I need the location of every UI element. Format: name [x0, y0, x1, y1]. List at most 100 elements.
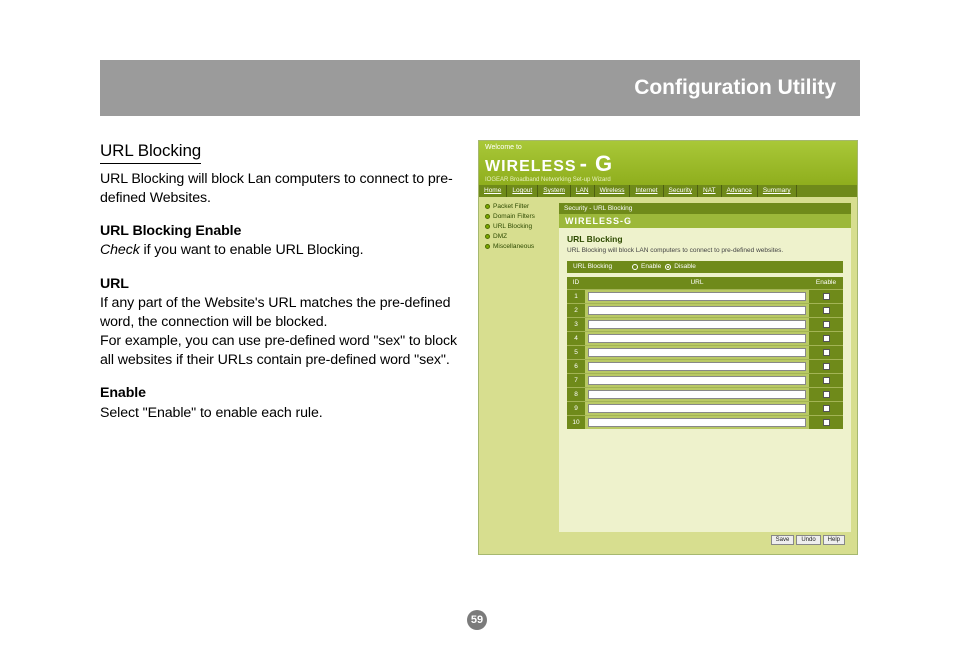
- enable-checkbox[interactable]: [823, 419, 830, 426]
- row-id: 4: [567, 332, 585, 345]
- row-enable-cell: [809, 318, 843, 331]
- enable-checkbox[interactable]: [823, 391, 830, 398]
- save-button[interactable]: Save: [771, 535, 795, 545]
- enable-checkbox[interactable]: [823, 405, 830, 412]
- undo-button[interactable]: Undo: [796, 535, 820, 545]
- row-url-cell: [585, 334, 809, 343]
- section-title: URL Blocking: [100, 140, 201, 164]
- toggle-label: URL Blocking: [573, 263, 628, 270]
- table-row: 2: [567, 303, 843, 317]
- nav-bar: HomeLogoutSystemLANWirelessInternetSecur…: [479, 185, 857, 197]
- bullet-icon: [485, 234, 490, 239]
- table-row: 3: [567, 317, 843, 331]
- row-id: 1: [567, 290, 585, 303]
- table-body: 12345678910: [567, 289, 843, 429]
- breadcrumb: Security - URL Blocking: [559, 203, 851, 214]
- table-row: 6: [567, 359, 843, 373]
- sidebar-item-label: URL Blocking: [493, 223, 532, 230]
- sidebar-item-domain-filters[interactable]: Domain Filters: [485, 213, 555, 220]
- sidebar-item-dmz[interactable]: DMZ: [485, 233, 555, 240]
- radio-disable-label: Disable: [674, 263, 696, 270]
- sidebar-item-packet-filter[interactable]: Packet Filter: [485, 203, 555, 210]
- sidebar-item-label: DMZ: [493, 233, 507, 240]
- url-input[interactable]: [588, 390, 806, 399]
- sidebar-item-label: Domain Filters: [493, 213, 535, 220]
- brand-logo: WIRELESS - G: [485, 151, 851, 177]
- help-button[interactable]: Help: [823, 535, 845, 545]
- nav-item-system[interactable]: System: [538, 185, 571, 197]
- nav-item-internet[interactable]: Internet: [630, 185, 663, 197]
- row-id: 3: [567, 318, 585, 331]
- nav-item-security[interactable]: Security: [664, 185, 698, 197]
- row-enable-cell: [809, 332, 843, 345]
- url-input[interactable]: [588, 320, 806, 329]
- sidebar-item-url-blocking[interactable]: URL Blocking: [485, 223, 555, 230]
- th-url: URL: [585, 279, 809, 286]
- enable-checkbox[interactable]: [823, 293, 830, 300]
- italic-check: Check: [100, 242, 140, 258]
- nav-item-nat[interactable]: NAT: [698, 185, 722, 197]
- url-input[interactable]: [588, 292, 806, 301]
- row-enable-cell: [809, 290, 843, 303]
- enable-checkbox[interactable]: [823, 363, 830, 370]
- row-enable-cell: [809, 346, 843, 359]
- url-input[interactable]: [588, 306, 806, 315]
- brand-suffix: - G: [580, 151, 614, 177]
- url-input[interactable]: [588, 362, 806, 371]
- radio-enable[interactable]: Enable: [632, 263, 661, 270]
- table-row: 7: [567, 373, 843, 387]
- main-panel: Security - URL Blocking WIRELESS-G URL B…: [559, 203, 851, 548]
- url-input[interactable]: [588, 348, 806, 357]
- bullet-icon: [485, 204, 490, 209]
- footer-buttons: Save Undo Help: [559, 532, 851, 548]
- radio-disable[interactable]: Disable: [665, 263, 696, 270]
- nav-item-logout[interactable]: Logout: [507, 185, 538, 197]
- sidebar-item-miscellaneous[interactable]: Miscellaneous: [485, 243, 555, 250]
- row-id: 5: [567, 346, 585, 359]
- enable-checkbox[interactable]: [823, 307, 830, 314]
- nav-item-advance[interactable]: Advance: [722, 185, 758, 197]
- table-header: ID URL Enable: [567, 277, 843, 289]
- page-number-badge: 59: [467, 610, 487, 630]
- bullet-icon: [485, 214, 490, 219]
- url-input[interactable]: [588, 418, 806, 427]
- row-enable-cell: [809, 304, 843, 317]
- row-enable-cell: [809, 360, 843, 373]
- ss-banner: Welcome to WIRELESS - G IOGEAR Broadband…: [479, 141, 857, 185]
- welcome-text: Welcome to: [485, 144, 851, 151]
- row-enable-cell: [809, 374, 843, 387]
- enable-checkbox[interactable]: [823, 349, 830, 356]
- para-enable: Select "Enable" to enable each rule.: [100, 404, 460, 423]
- nav-item-home[interactable]: Home: [479, 185, 507, 197]
- intro-text: URL Blocking will block Lan computers to…: [100, 170, 460, 208]
- para-url-blocking-enable: Check if you want to enable URL Blocking…: [100, 241, 460, 260]
- row-id: 8: [567, 388, 585, 401]
- toggle-row: URL Blocking Enable Disable: [567, 261, 843, 273]
- sidebar-item-label: Miscellaneous: [493, 243, 534, 250]
- row-url-cell: [585, 348, 809, 357]
- row-url-cell: [585, 292, 809, 301]
- url-input[interactable]: [588, 376, 806, 385]
- para-url-a: If any part of the Website's URL matches…: [100, 294, 460, 332]
- row-url-cell: [585, 418, 809, 427]
- nav-item-summary[interactable]: Summary: [758, 185, 797, 197]
- p1-rest: if you want to enable URL Blocking.: [140, 242, 364, 258]
- row-id: 7: [567, 374, 585, 387]
- bullet-icon: [485, 224, 490, 229]
- row-id: 9: [567, 402, 585, 415]
- brand-text: WIRELESS: [485, 158, 577, 176]
- enable-checkbox[interactable]: [823, 335, 830, 342]
- table-row: 10: [567, 415, 843, 429]
- row-id: 6: [567, 360, 585, 373]
- table-row: 9: [567, 401, 843, 415]
- url-input[interactable]: [588, 334, 806, 343]
- enable-checkbox[interactable]: [823, 377, 830, 384]
- row-url-cell: [585, 390, 809, 399]
- enable-checkbox[interactable]: [823, 321, 830, 328]
- para-url-b: For example, you can use pre-defined wor…: [100, 332, 460, 370]
- url-input[interactable]: [588, 404, 806, 413]
- panel-title: URL Blocking: [567, 234, 843, 244]
- header-bar: Configuration Utility: [100, 60, 860, 116]
- nav-item-lan[interactable]: LAN: [571, 185, 595, 197]
- nav-item-wireless[interactable]: Wireless: [595, 185, 631, 197]
